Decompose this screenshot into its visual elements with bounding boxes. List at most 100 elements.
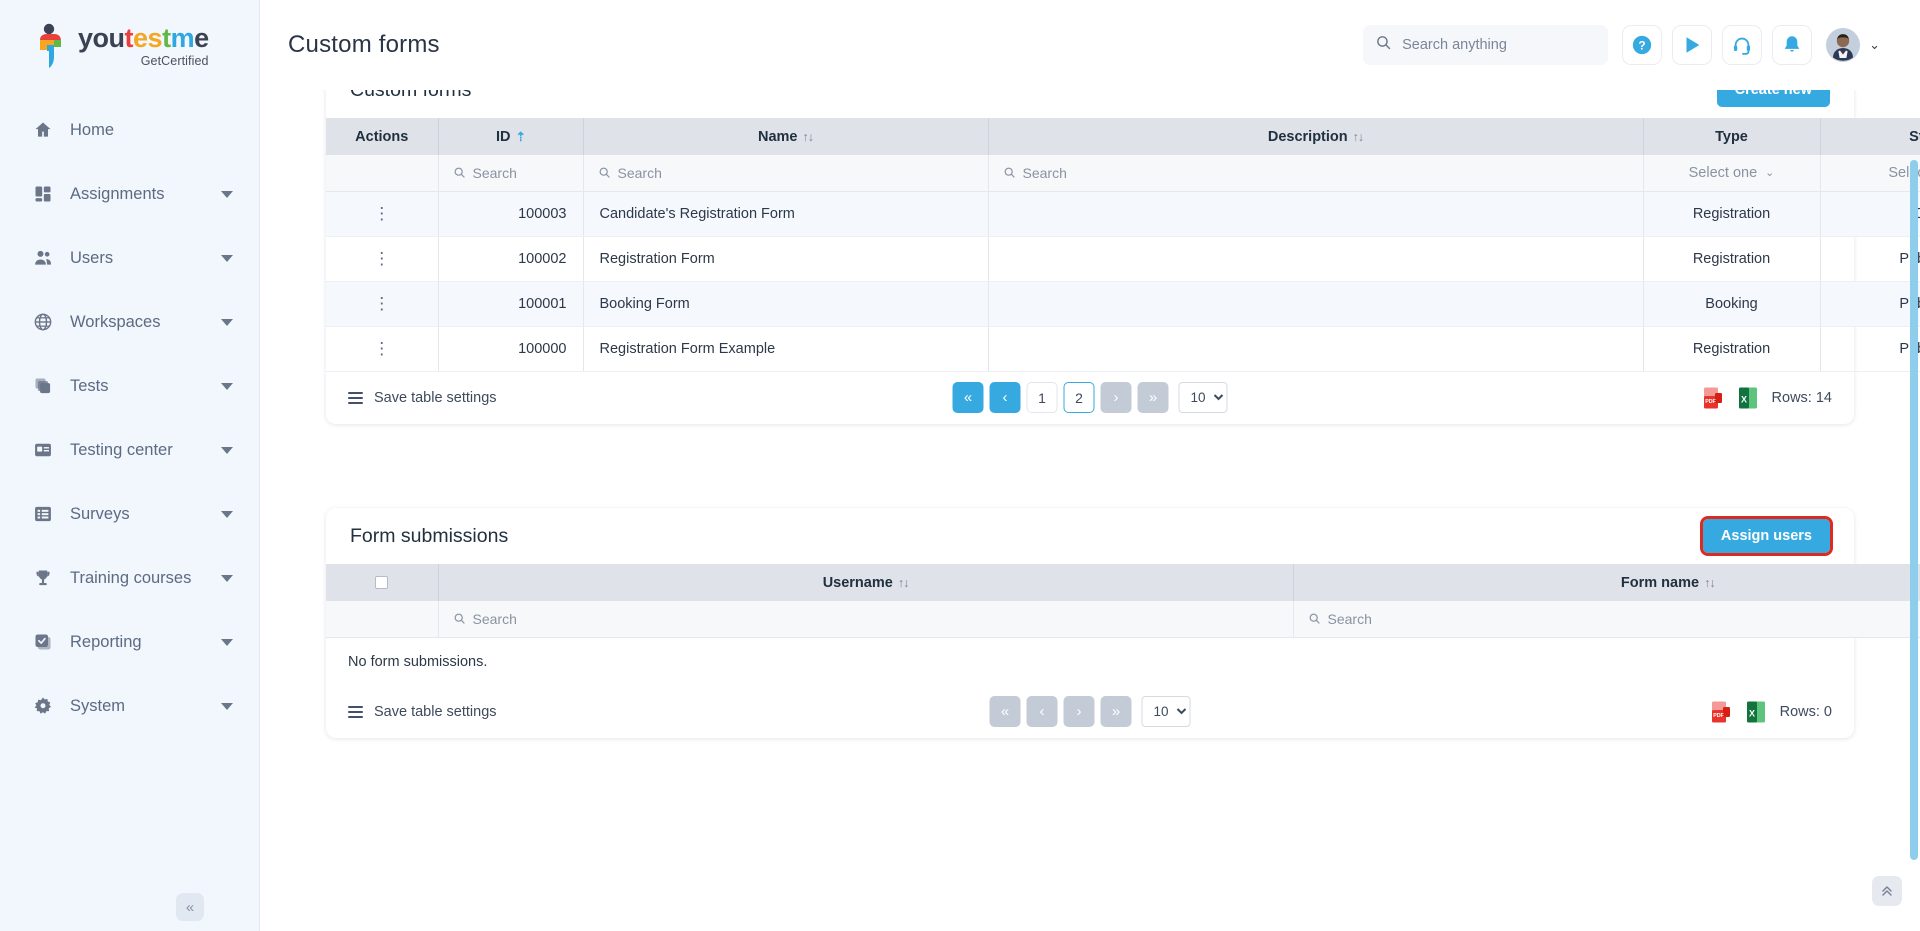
sidebar-item-system[interactable]: System <box>0 674 259 738</box>
filter-type[interactable]: Select one ⌄ <box>1643 155 1821 192</box>
chevron-down-icon[interactable] <box>221 318 233 326</box>
sidebar-item-label: Workspaces <box>70 312 161 331</box>
sidebar-item-users[interactable]: Users <box>0 226 259 290</box>
row-actions[interactable]: ⋮ <box>326 326 439 372</box>
filter-id[interactable]: Search <box>438 155 584 192</box>
chevron-down-icon[interactable] <box>221 382 233 390</box>
filter-name[interactable]: Search <box>583 155 989 192</box>
excel-export-icon[interactable]: X <box>1737 386 1759 410</box>
kebab-menu-icon[interactable]: ⋮ <box>373 295 390 312</box>
column-header-username[interactable]: Username ↑↓ <box>438 564 1294 601</box>
profile-chevron-down-icon[interactable]: ⌄ <box>1869 37 1880 53</box>
page-size-select[interactable]: 10 <box>1178 382 1228 413</box>
chevron-down-icon[interactable] <box>221 254 233 262</box>
pagination-first-button[interactable]: « <box>989 696 1021 727</box>
column-header-name[interactable]: Name ↑↓ <box>583 118 989 155</box>
global-search[interactable] <box>1363 25 1609 65</box>
form-submissions-thead: Username ↑↓ Form name ↑↓ <box>326 564 1920 601</box>
sidebar-item-assignments[interactable]: Assignments <box>0 162 259 226</box>
row-actions[interactable]: ⋮ <box>326 236 439 282</box>
support-headset-icon[interactable] <box>1722 25 1763 65</box>
column-header-select-all[interactable] <box>326 564 439 601</box>
column-header-status[interactable]: Status <box>1820 118 1920 155</box>
chevron-down-icon[interactable] <box>221 446 233 454</box>
pagination-prev-button[interactable]: ‹ <box>989 382 1021 413</box>
table-row[interactable]: ⋮ 100003 Candidate's Registration Form R… <box>326 191 1920 237</box>
sidebar-item-testing-center[interactable]: Testing center <box>0 418 259 482</box>
kebab-menu-icon[interactable]: ⋮ <box>373 340 390 357</box>
pagination-next-button[interactable]: › <box>1100 382 1132 413</box>
pdf-export-icon[interactable]: PDF <box>1702 386 1724 410</box>
filter-description[interactable]: Search <box>988 155 1644 192</box>
brand-logo[interactable]: youtestme GetCertified <box>0 0 259 92</box>
avatar[interactable] <box>1826 28 1861 62</box>
table-row[interactable]: ⋮ 100000 Registration Form Example Regis… <box>326 326 1920 372</box>
save-table-settings-button[interactable]: Save table settings <box>348 704 497 720</box>
search-icon <box>1003 166 1016 179</box>
save-table-settings-button[interactable]: Save table settings <box>348 390 497 406</box>
chevron-down-icon[interactable] <box>221 574 233 582</box>
column-header-type[interactable]: Type <box>1643 118 1821 155</box>
filter-placeholder: Search <box>1327 610 1372 627</box>
search-icon <box>598 166 611 179</box>
top-header: Custom forms ? <box>260 0 1920 90</box>
form-submissions-table: Username ↑↓ Form name ↑↓ Search Search <box>326 564 1920 638</box>
excel-export-icon[interactable]: X <box>1745 700 1767 724</box>
form-submissions-footer: Save table settings « ‹ › » 10 PDF X Row… <box>326 686 1854 738</box>
sidebar-collapse-button[interactable]: « <box>176 893 204 921</box>
brand-subtitle: GetCertified <box>140 53 209 68</box>
select-all-checkbox[interactable] <box>375 576 389 590</box>
page-size-select[interactable]: 10 <box>1141 696 1191 727</box>
cell-type: Booking <box>1643 281 1821 327</box>
custom-forms-thead: Actions ID⇡ Name↑↓ Description↑↓ Type St… <box>326 118 1920 155</box>
help-icon[interactable]: ? <box>1622 25 1663 65</box>
filter-username[interactable]: Search <box>438 601 1294 638</box>
notification-bell-icon[interactable] <box>1772 25 1813 65</box>
table-row[interactable]: ⋮ 100002 Registration Form Registration … <box>326 236 1920 282</box>
kebab-menu-icon[interactable]: ⋮ <box>373 205 390 222</box>
sidebar-item-training-courses[interactable]: Training courses <box>0 546 259 610</box>
column-header-description[interactable]: Description ↑↓ <box>988 118 1644 155</box>
column-header-id[interactable]: ID ⇡ <box>438 118 584 155</box>
table-row[interactable]: ⋮ 100001 Booking Form Booking Published <box>326 281 1920 327</box>
brand-wordmark: youtestme GetCertified <box>78 24 209 68</box>
pagination-next-button[interactable]: › <box>1063 696 1095 727</box>
row-actions[interactable]: ⋮ <box>326 281 439 327</box>
kebab-menu-icon[interactable]: ⋮ <box>373 250 390 267</box>
svg-text:X: X <box>1741 394 1747 404</box>
cell-name: Booking Form <box>583 281 989 327</box>
pagination-last-button[interactable]: » <box>1137 382 1169 413</box>
pagination-page-1[interactable]: 1 <box>1026 382 1058 413</box>
search-input[interactable] <box>1402 37 1597 53</box>
pagination-first-button[interactable]: « <box>952 382 984 413</box>
chevron-down-icon[interactable] <box>221 190 233 198</box>
trophy-icon <box>30 565 56 591</box>
filter-status[interactable]: Select one⌄ <box>1820 155 1920 192</box>
cell-id: 100002 <box>438 236 584 282</box>
scroll-to-top-button[interactable] <box>1872 876 1902 906</box>
sort-both-icon: ↑↓ <box>1352 129 1364 144</box>
chevron-down-icon[interactable] <box>221 638 233 646</box>
sidebar-item-reporting[interactable]: Reporting <box>0 610 259 674</box>
column-header-form-name[interactable]: Form name ↑↓ <box>1293 564 1920 601</box>
svg-text:?: ? <box>1638 39 1645 53</box>
save-table-settings-label: Save table settings <box>374 703 497 720</box>
pagination-page-2[interactable]: 2 <box>1063 382 1095 413</box>
filter-placeholder: Search <box>472 164 517 181</box>
chevron-down-icon[interactable] <box>221 510 233 518</box>
cell-type: Registration <box>1643 191 1821 237</box>
pdf-export-icon[interactable]: PDF <box>1710 700 1732 724</box>
sidebar-item-tests[interactable]: Tests <box>0 354 259 418</box>
pagination-last-button[interactable]: » <box>1100 696 1132 727</box>
chevron-down-icon[interactable] <box>221 702 233 710</box>
play-icon[interactable] <box>1672 25 1713 65</box>
vertical-scrollbar[interactable] <box>1910 160 1918 860</box>
sidebar-item-workspaces[interactable]: Workspaces <box>0 290 259 354</box>
assign-users-button[interactable]: Assign users <box>1699 516 1834 556</box>
sidebar-item-surveys[interactable]: Surveys <box>0 482 259 546</box>
sidebar-item-home[interactable]: Home <box>0 98 259 162</box>
column-header-actions[interactable]: Actions <box>326 118 439 155</box>
pagination-prev-button[interactable]: ‹ <box>1026 696 1058 727</box>
row-actions[interactable]: ⋮ <box>326 191 439 237</box>
filter-form-name[interactable]: Search <box>1293 601 1920 638</box>
